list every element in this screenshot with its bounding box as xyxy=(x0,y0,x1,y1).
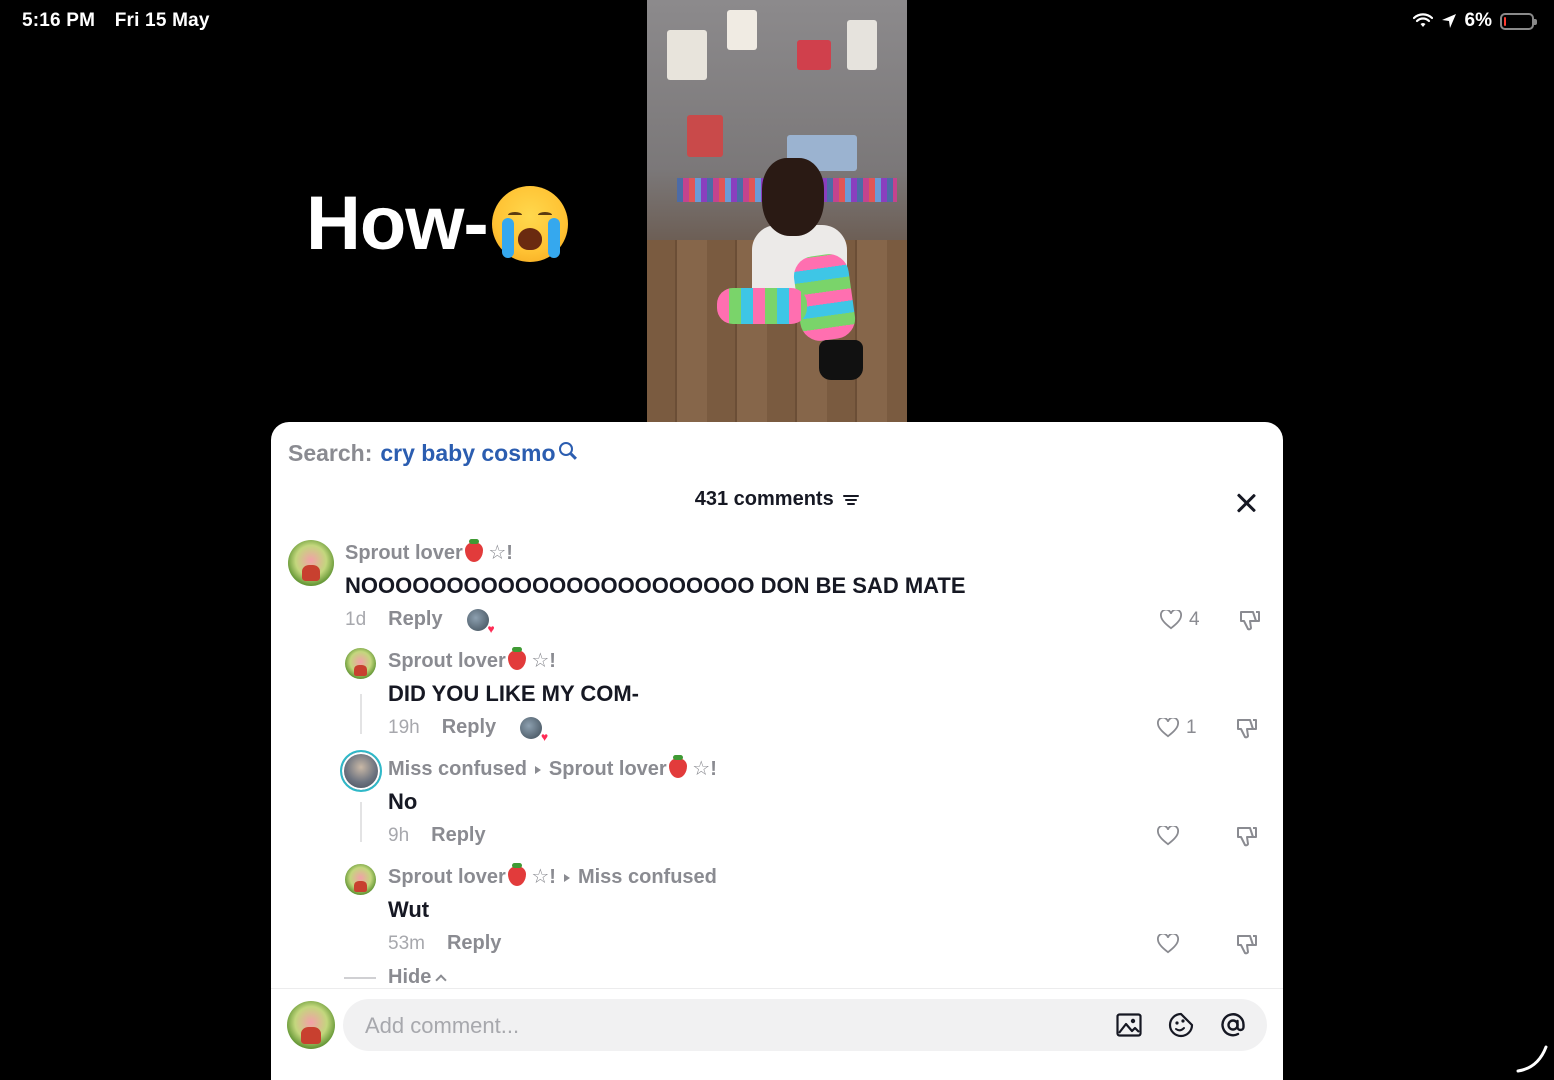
comment-body: Sprout lover ☆! NOOOOOOOOOOOOOOOOOOOOOOO… xyxy=(345,539,966,599)
comment-time: 19h xyxy=(388,716,420,738)
strawberry-icon xyxy=(507,647,526,670)
battery-icon xyxy=(1500,12,1537,30)
comment-author[interactable]: Miss confused Sprout lover ☆! xyxy=(388,755,717,781)
comment-time: 1d xyxy=(345,608,367,630)
creator-liked-avatar xyxy=(520,716,548,744)
figure-head xyxy=(762,158,824,236)
avatar[interactable] xyxy=(288,540,334,586)
reply-button[interactable]: Reply xyxy=(442,716,496,739)
divider xyxy=(344,976,376,979)
status-bar-right: 6% xyxy=(1412,10,1537,32)
comment-body: Sprout lover ☆! DID YOU LIKE MY COM- xyxy=(388,647,639,707)
search-label: Search: xyxy=(288,440,373,466)
image-icon[interactable] xyxy=(1115,1011,1143,1039)
reply-button[interactable]: Reply xyxy=(388,608,442,631)
heart-icon[interactable] xyxy=(1157,932,1179,954)
input-placeholder: Add comment... xyxy=(365,1013,520,1038)
thread-line xyxy=(360,694,362,734)
comment-item xyxy=(345,648,376,679)
hide-replies-button[interactable]: Hide xyxy=(344,966,448,989)
creator-liked-avatar xyxy=(466,608,495,636)
reply-button[interactable]: Reply xyxy=(431,824,485,847)
dislike-icon[interactable] xyxy=(1235,717,1259,739)
crying-emoji-icon xyxy=(491,185,568,262)
like-count: 4 xyxy=(1189,609,1200,630)
comments-count: 431 comments xyxy=(694,488,834,510)
avatar[interactable] xyxy=(345,864,376,895)
location-icon xyxy=(1441,14,1456,28)
video-frame[interactable] xyxy=(647,0,907,422)
comment-meta: 1d Reply xyxy=(345,608,495,636)
emoji-icon[interactable] xyxy=(1167,1011,1195,1039)
comment-meta: 19h Reply xyxy=(388,716,548,744)
wall-poster xyxy=(667,30,707,80)
dislike-icon[interactable] xyxy=(1235,825,1259,847)
filter-icon[interactable] xyxy=(843,494,860,506)
wall-poster xyxy=(797,40,831,70)
like-count: 1 xyxy=(1186,717,1197,738)
comment-input-bar: Add comment... xyxy=(271,988,1283,1080)
comment-item xyxy=(340,750,382,792)
comment-meta: 53m Reply xyxy=(388,932,501,955)
heart-icon[interactable] xyxy=(1157,824,1179,846)
close-icon[interactable] xyxy=(1233,490,1259,516)
heart-icon[interactable] xyxy=(1157,716,1179,738)
strawberry-icon xyxy=(668,755,687,778)
heart-icon[interactable] xyxy=(1160,608,1182,630)
reply-arrow-icon xyxy=(534,765,541,774)
comment-author[interactable]: Sprout lover ☆! xyxy=(388,647,639,673)
battery-percent: 6% xyxy=(1464,10,1492,31)
comment-body: Sprout lover ☆! Miss confused Wut xyxy=(388,863,717,923)
comment-item xyxy=(345,864,376,895)
avatar[interactable] xyxy=(345,648,376,679)
dislike-icon[interactable] xyxy=(1238,609,1262,631)
comment-time: 53m xyxy=(388,932,425,954)
avatar[interactable] xyxy=(340,750,382,792)
battery-level-fill xyxy=(1504,16,1506,26)
comment-meta: 9h Reply xyxy=(388,824,486,847)
comment-text: DID YOU LIKE MY COM- xyxy=(388,681,639,706)
wall-poster xyxy=(847,20,877,70)
add-comment-input[interactable]: Add comment... xyxy=(343,999,1267,1051)
reply-button[interactable]: Reply xyxy=(447,932,501,955)
comments-panel: Search: cry baby cosmo 431 comments Spro… xyxy=(271,422,1283,1080)
comment-body: Miss confused Sprout lover ☆! No xyxy=(388,755,717,815)
wall-poster xyxy=(727,10,757,50)
caption-text: How- xyxy=(306,181,489,266)
figure-leg xyxy=(717,288,807,324)
reply-arrow-icon xyxy=(563,873,570,882)
status-time: 5:16 PM xyxy=(22,10,96,31)
comments-header: 431 comments xyxy=(271,488,1283,518)
figure-shoe xyxy=(819,340,863,380)
comment-text: NOOOOOOOOOOOOOOOOOOOOOOO DON BE SAD MATE xyxy=(345,573,966,598)
comment-time: 9h xyxy=(388,824,410,846)
strawberry-icon xyxy=(464,539,483,562)
comment-author[interactable]: Sprout lover ☆! Miss confused xyxy=(388,863,717,889)
search-icon xyxy=(558,442,573,456)
status-bar-left: 5:16 PM Fri 15 May xyxy=(22,10,210,32)
thread-line xyxy=(360,802,362,842)
comment-author[interactable]: Sprout lover ☆! xyxy=(345,539,966,565)
video-caption: How- xyxy=(306,180,568,267)
comment-text: No xyxy=(388,789,418,814)
mention-icon[interactable] xyxy=(1219,1011,1247,1039)
comment-item xyxy=(288,540,334,586)
chevron-up-icon xyxy=(435,973,448,986)
current-user-avatar xyxy=(287,1001,335,1049)
search-term-link[interactable]: cry baby cosmo xyxy=(380,440,555,467)
swipe-handle-icon xyxy=(1516,1045,1548,1073)
wall-poster xyxy=(687,115,723,157)
search-suggestion[interactable]: Search: cry baby cosmo xyxy=(288,440,573,467)
wifi-icon xyxy=(1412,13,1433,27)
hide-label: Hide xyxy=(388,966,432,988)
strawberry-icon xyxy=(507,863,526,886)
comment-text: Wut xyxy=(388,897,430,922)
status-date: Fri 15 May xyxy=(114,10,210,31)
dislike-icon[interactable] xyxy=(1235,933,1259,955)
